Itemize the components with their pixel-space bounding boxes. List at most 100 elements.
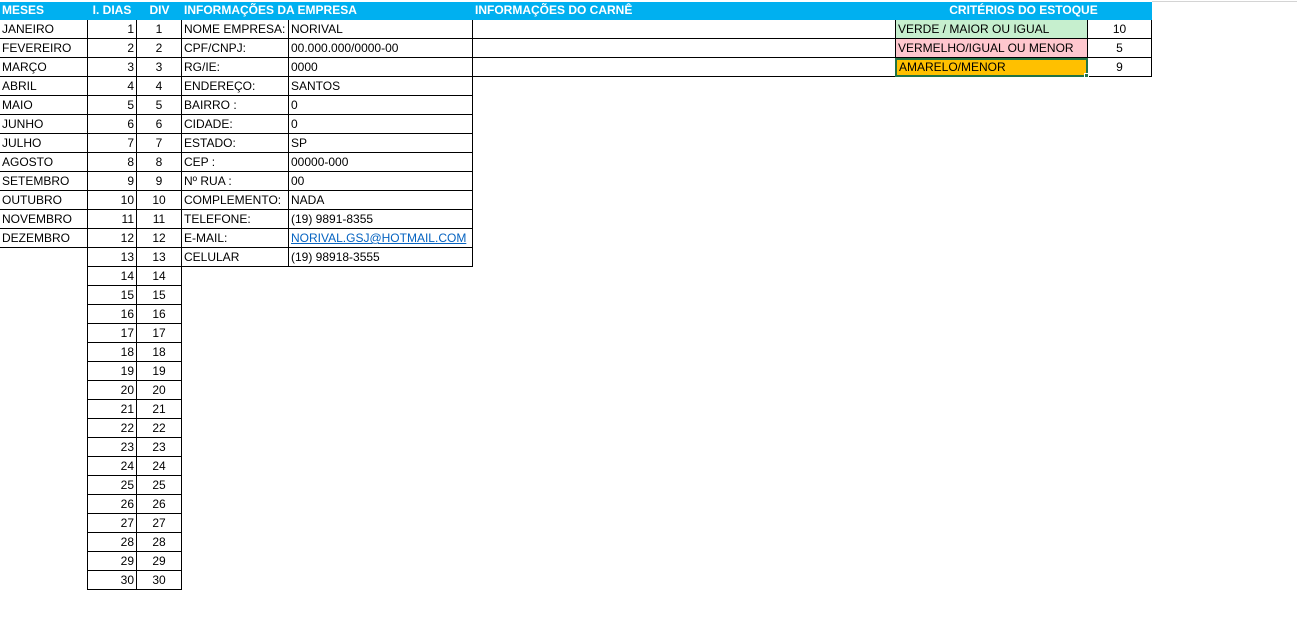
cell-dia[interactable]: 11 <box>87 210 137 229</box>
cell-dia[interactable]: 9 <box>87 172 137 191</box>
cell-dia[interactable]: 2 <box>87 39 137 58</box>
cell-criterio-label[interactable]: VERMELHO/IGUAL OU MENOR <box>895 39 1088 58</box>
cell-div[interactable]: 22 <box>137 419 182 438</box>
header-criterios[interactable]: CRITÉRIOS DO ESTOQUE <box>895 2 1152 20</box>
cell-dia[interactable]: 6 <box>87 115 137 134</box>
cell-empresa-label[interactable]: COMPLEMENTO: <box>182 191 289 210</box>
cell-empresa-label[interactable]: CELULAR <box>182 248 289 267</box>
cell-dia[interactable]: 23 <box>87 438 137 457</box>
cell-dia[interactable]: 22 <box>87 419 137 438</box>
cell-carne[interactable] <box>473 20 895 39</box>
cell-dia[interactable]: 29 <box>87 552 137 571</box>
email-link[interactable]: NORIVAL.GSJ@HOTMAIL.COM <box>289 229 473 248</box>
cell-dia[interactable]: 30 <box>87 571 137 590</box>
cell-empresa-value[interactable]: NADA <box>289 191 473 210</box>
cell-div[interactable]: 30 <box>137 571 182 590</box>
cell-empresa-label[interactable]: TELEFONE: <box>182 210 289 229</box>
cell-mes[interactable]: JULHO <box>0 134 87 153</box>
cell-dia[interactable]: 24 <box>87 457 137 476</box>
cell-div[interactable]: 18 <box>137 343 182 362</box>
cell-empresa-value[interactable]: 00000-000 <box>289 153 473 172</box>
header-carne[interactable]: INFORMAÇÕES DO CARNÊ <box>473 2 895 20</box>
cell-div[interactable]: 16 <box>137 305 182 324</box>
cell-empresa-label[interactable]: CPF/CNPJ: <box>182 39 289 58</box>
cell-criterio-value[interactable]: 9 <box>1088 58 1152 77</box>
cell-empresa-label[interactable]: RG/IE: <box>182 58 289 77</box>
cell-dia[interactable]: 17 <box>87 324 137 343</box>
header-empresa[interactable]: INFORMAÇÕES DA EMPRESA <box>182 2 473 20</box>
cell-dia[interactable]: 14 <box>87 267 137 286</box>
cell-empresa-value[interactable]: (19) 98918-3555 <box>289 248 473 267</box>
cell-empresa-label[interactable]: ENDEREÇO: <box>182 77 289 96</box>
selection-fill-handle[interactable] <box>1084 73 1089 78</box>
header-div[interactable]: DIV <box>137 2 182 20</box>
cell-mes[interactable]: NOVEMBRO <box>0 210 87 229</box>
cell-div[interactable]: 8 <box>137 153 182 172</box>
cell-div[interactable]: 20 <box>137 381 182 400</box>
cell-mes[interactable]: JUNHO <box>0 115 87 134</box>
cell-dia[interactable]: 19 <box>87 362 137 381</box>
cell-div[interactable]: 21 <box>137 400 182 419</box>
cell-div[interactable]: 17 <box>137 324 182 343</box>
cell-carne[interactable] <box>473 58 895 77</box>
cell-div[interactable]: 27 <box>137 514 182 533</box>
cell-empresa-label[interactable]: NOME EMPRESA: <box>182 20 289 39</box>
cell-dia[interactable]: 27 <box>87 514 137 533</box>
cell-carne[interactable] <box>473 39 895 58</box>
cell-empresa-value[interactable]: 00 <box>289 172 473 191</box>
cell-dia[interactable]: 20 <box>87 381 137 400</box>
cell-div[interactable]: 24 <box>137 457 182 476</box>
cell-criterio-label[interactable]: VERDE / MAIOR OU IGUAL <box>895 20 1088 39</box>
cell-div[interactable]: 12 <box>137 229 182 248</box>
header-meses[interactable]: MESES <box>0 2 87 20</box>
cell-dia[interactable]: 8 <box>87 153 137 172</box>
cell-empresa-value[interactable]: 0 <box>289 96 473 115</box>
cell-dia[interactable]: 25 <box>87 476 137 495</box>
cell-div[interactable]: 2 <box>137 39 182 58</box>
cell-empresa-value[interactable]: SP <box>289 134 473 153</box>
cell-dia[interactable]: 12 <box>87 229 137 248</box>
cell-dia[interactable]: 16 <box>87 305 137 324</box>
cell-criterio-label[interactable]: AMARELO/MENOR <box>895 58 1088 77</box>
cell-criterio-value[interactable]: 10 <box>1088 20 1152 39</box>
cell-div[interactable]: 3 <box>137 58 182 77</box>
cell-empresa-label[interactable]: E-MAIL: <box>182 229 289 248</box>
cell-dia[interactable]: 4 <box>87 77 137 96</box>
cell-div[interactable]: 6 <box>137 115 182 134</box>
cell-dia[interactable]: 21 <box>87 400 137 419</box>
cell-dia[interactable]: 7 <box>87 134 137 153</box>
cell-empresa-label[interactable]: Nº RUA : <box>182 172 289 191</box>
cell-div[interactable]: 28 <box>137 533 182 552</box>
cell-mes[interactable]: SETEMBRO <box>0 172 87 191</box>
cell-div[interactable]: 11 <box>137 210 182 229</box>
cell-mes[interactable]: DEZEMBRO <box>0 229 87 248</box>
cell-mes[interactable]: ABRIL <box>0 77 87 96</box>
cell-div[interactable]: 9 <box>137 172 182 191</box>
cell-mes[interactable]: JANEIRO <box>0 20 87 39</box>
cell-empresa-label[interactable]: CEP : <box>182 153 289 172</box>
cell-mes[interactable]: MAIO <box>0 96 87 115</box>
cell-empresa-value[interactable]: 0 <box>289 115 473 134</box>
cell-div[interactable]: 7 <box>137 134 182 153</box>
cell-dia[interactable]: 1 <box>87 20 137 39</box>
cell-dia[interactable]: 10 <box>87 191 137 210</box>
cell-div[interactable]: 10 <box>137 191 182 210</box>
cell-div[interactable]: 23 <box>137 438 182 457</box>
cell-mes[interactable]: AGOSTO <box>0 153 87 172</box>
cell-dia[interactable]: 26 <box>87 495 137 514</box>
cell-empresa-label[interactable]: ESTADO: <box>182 134 289 153</box>
cell-div[interactable]: 1 <box>137 20 182 39</box>
cell-div[interactable]: 29 <box>137 552 182 571</box>
cell-empresa-value[interactable]: 00.000.000/0000-00 <box>289 39 473 58</box>
cell-mes[interactable]: FEVEREIRO <box>0 39 87 58</box>
cell-empresa-value[interactable]: NORIVAL <box>289 20 473 39</box>
cell-div[interactable]: 13 <box>137 248 182 267</box>
cell-div[interactable]: 19 <box>137 362 182 381</box>
cell-empresa-value[interactable]: SANTOS <box>289 77 473 96</box>
cell-div[interactable]: 4 <box>137 77 182 96</box>
cell-empresa-label[interactable]: BAIRRO : <box>182 96 289 115</box>
cell-dia[interactable]: 3 <box>87 58 137 77</box>
cell-div[interactable]: 14 <box>137 267 182 286</box>
cell-dia[interactable]: 13 <box>87 248 137 267</box>
cell-dia[interactable]: 5 <box>87 96 137 115</box>
